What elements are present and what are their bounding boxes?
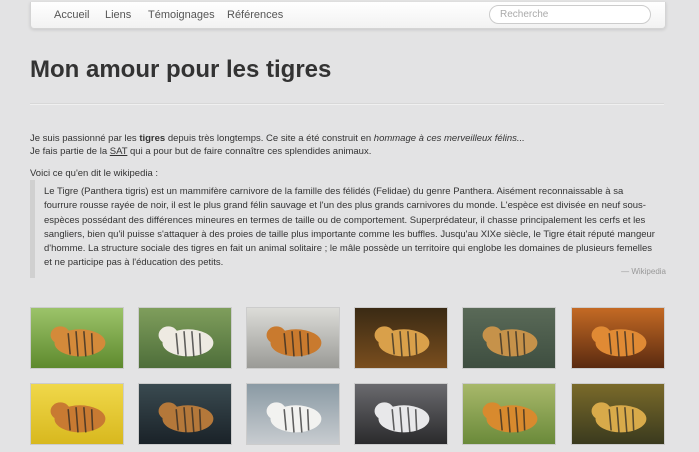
quote-source: — Wikipedia (621, 267, 666, 276)
page-title: Mon amour pour les tigres (30, 56, 332, 83)
tiger-photo (355, 384, 447, 444)
search-input[interactable] (489, 5, 651, 24)
tiger-photo (572, 308, 664, 368)
tiger-photo (463, 384, 555, 444)
tiger-photo (31, 308, 123, 368)
intro-bold-tigres: tigres (139, 133, 166, 144)
gallery-thumbnail-tiger-roaring[interactable] (462, 383, 556, 445)
gallery-thumbnail-tiger-rocks[interactable] (462, 307, 556, 369)
intro-italic-hommage: hommage à ces merveilleux félins... (373, 133, 525, 144)
sat-link[interactable]: SAT (110, 146, 128, 157)
gallery-thumbnail-tiger-face-closeup[interactable] (571, 307, 665, 369)
tiger-photo (247, 384, 339, 444)
gallery-thumbnail-leopard-face[interactable] (571, 383, 665, 445)
gallery-thumbnail-tiger-night-forest[interactable] (138, 383, 232, 445)
divider (30, 103, 664, 105)
gallery-thumbnail-white-tiger-walking[interactable] (138, 307, 232, 369)
intro-text-part: Je fais partie de la (30, 146, 110, 157)
wikipedia-intro: Voici ce qu'en dit le wikipedia : (30, 168, 159, 179)
intro-text: Je suis passionné par les tigres depuis … (30, 132, 670, 158)
intro-text-part: depuis très longtemps. Ce site a été con… (165, 133, 374, 144)
tiger-photo (139, 308, 231, 368)
tiger-photo (31, 384, 123, 444)
gallery-thumbnail-tiger-cub-flowers[interactable] (30, 383, 124, 445)
nav-references[interactable]: Références (227, 9, 283, 21)
gallery-thumbnail-tiger-standing-field[interactable] (354, 307, 448, 369)
nav-accueil[interactable]: Accueil (54, 9, 89, 21)
navbar: Accueil Liens Témoignages Références (30, 2, 666, 29)
wikipedia-blockquote: Le Tigre (Panthera tigris) est un mammif… (30, 180, 666, 278)
gallery-thumbnail-white-tiger-snow[interactable] (246, 383, 340, 445)
quote-text: Le Tigre (Panthera tigris) est un mammif… (44, 186, 655, 269)
intro-text-part: Je suis passionné par les (30, 133, 140, 144)
tiger-photo (247, 308, 339, 368)
intro-line-2: Je fais partie de la SAT qui a pour but … (30, 145, 670, 158)
nav-liens[interactable]: Liens (105, 9, 131, 21)
nav-temoignages[interactable]: Témoignages (148, 9, 215, 21)
tiger-photo (572, 384, 664, 444)
tiger-photo (463, 308, 555, 368)
gallery-thumbnail-tiger-lying-grass[interactable] (30, 307, 124, 369)
intro-text-part: qui a pour but de faire connaître ces sp… (127, 146, 372, 157)
gallery-thumbnail-tiger-snow-running[interactable] (246, 307, 340, 369)
intro-line-1: Je suis passionné par les tigres depuis … (30, 132, 670, 145)
tiger-photo (355, 308, 447, 368)
tiger-photo (139, 384, 231, 444)
gallery-thumbnail-white-tiger-face[interactable] (354, 383, 448, 445)
